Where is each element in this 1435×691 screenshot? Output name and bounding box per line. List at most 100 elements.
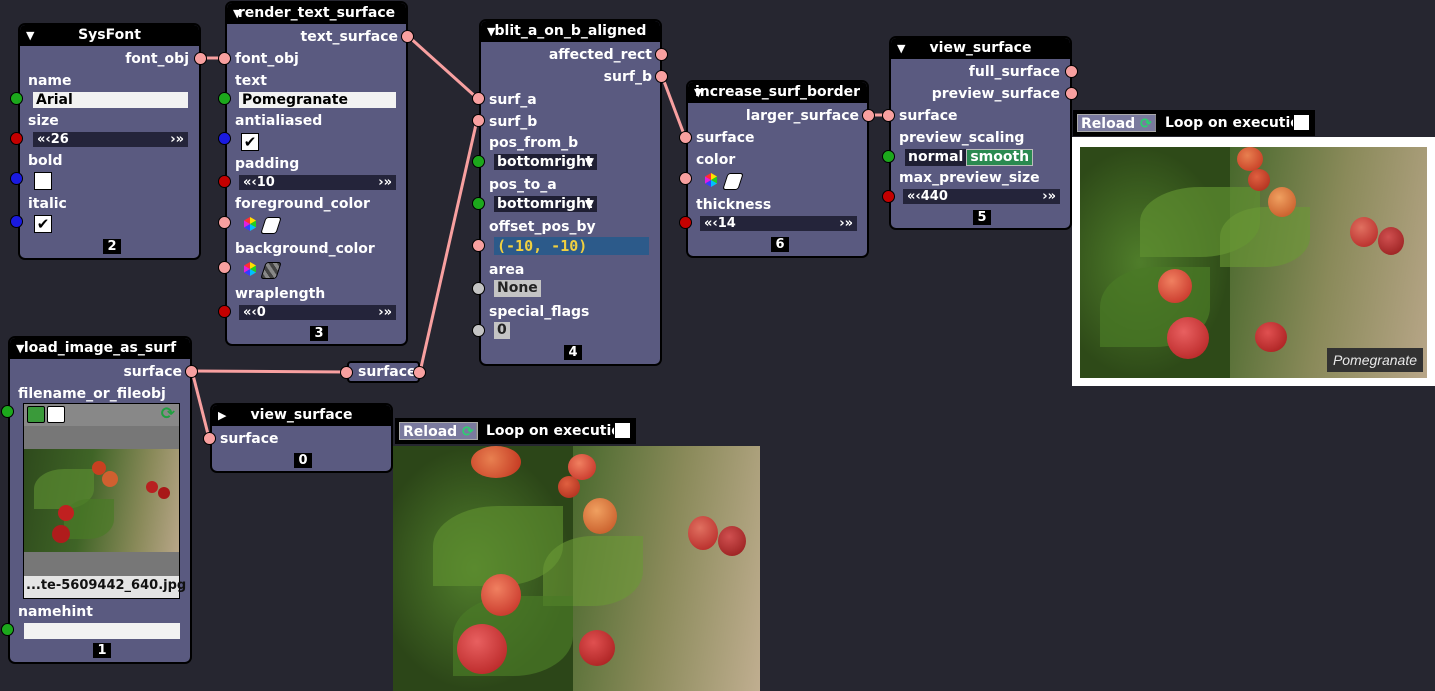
input-socket-color[interactable] xyxy=(679,172,692,185)
wraplength-int-field[interactable]: «‹0 ›» xyxy=(239,305,396,320)
node-title: load_image_as_surf xyxy=(23,340,177,356)
foreground-color-swatch[interactable] xyxy=(260,217,282,234)
collapse-arrow-icon[interactable]: ▼ xyxy=(694,82,702,103)
node-sysfont[interactable]: ▼ SysFont font_obj name Arial size «‹26 ›»… xyxy=(18,23,201,260)
offset-pos-by-label: offset_pos_by xyxy=(489,219,596,235)
collapse-arrow-icon[interactable]: ▼ xyxy=(16,338,24,359)
size-label: size xyxy=(28,113,59,129)
input-socket-namehint[interactable] xyxy=(1,623,14,636)
offset-pos-by-field[interactable]: (-10, -10) xyxy=(494,237,649,255)
output-socket-surface[interactable] xyxy=(185,365,198,378)
output-socket-surf-b[interactable] xyxy=(655,70,668,83)
node-render-text-surface[interactable]: ▼ render_text_surface text_surface font_o… xyxy=(225,1,408,346)
input-socket-font-obj[interactable] xyxy=(218,52,231,65)
preview-toolbar-5: Reload ⟳ Loop on execution xyxy=(1073,110,1315,136)
scaling-option-normal[interactable]: normal xyxy=(905,149,966,166)
background-color-swatch[interactable] xyxy=(260,262,282,279)
color-wheel-icon[interactable] xyxy=(242,261,258,277)
input-socket-thickness[interactable] xyxy=(679,216,692,229)
input-socket-text[interactable] xyxy=(218,92,231,105)
name-field[interactable]: Arial xyxy=(33,92,188,108)
size-int-field[interactable]: «‹26 ›» xyxy=(33,132,188,147)
input-socket-pos-from-b[interactable] xyxy=(472,155,485,168)
reload-icon[interactable]: ⟳ xyxy=(161,404,175,424)
output-socket-affected-rect[interactable] xyxy=(655,48,668,61)
collapse-arrow-icon[interactable]: ▼ xyxy=(233,3,241,24)
input-socket-padding[interactable] xyxy=(218,175,231,188)
collapse-arrow-icon[interactable]: ▼ xyxy=(487,21,495,42)
input-socket-preview-scaling[interactable] xyxy=(882,150,895,163)
input-socket-bold[interactable] xyxy=(10,172,23,185)
reroute-input-socket[interactable] xyxy=(340,366,353,379)
input-socket-wraplength[interactable] xyxy=(218,305,231,318)
italic-checkbox[interactable]: ✔ xyxy=(34,215,52,233)
max-preview-size-int-field[interactable]: «‹440 ›» xyxy=(903,189,1060,204)
output-socket-text-surface[interactable] xyxy=(401,30,414,43)
padding-int-field[interactable]: «‹10 ›» xyxy=(239,175,396,190)
output-socket-larger-surface[interactable] xyxy=(862,109,875,122)
node-id: 1 xyxy=(93,643,111,658)
node-view-surface-5[interactable]: ▼ view_surface full_surface preview_surfa… xyxy=(889,36,1072,230)
text-field[interactable]: Pomegranate xyxy=(239,92,396,108)
folder-icon[interactable] xyxy=(27,406,45,423)
image-icon[interactable] xyxy=(47,406,65,423)
pos-to-a-dropdown[interactable]: bottomright ▼ xyxy=(494,196,597,212)
loop-on-execution-checkbox[interactable] xyxy=(1293,114,1310,131)
input-socket-special-flags[interactable] xyxy=(472,324,485,337)
node-load-image-as-surf[interactable]: ▼ load_image_as_surf surface filename_or_… xyxy=(8,336,192,664)
reroute-node[interactable]: surface xyxy=(347,361,420,383)
color-wheel-icon[interactable] xyxy=(703,172,719,188)
file-picker[interactable]: ⟳ ...te-5609442_640.jpg xyxy=(23,403,186,599)
collapse-arrow-icon[interactable]: ▼ xyxy=(897,38,905,59)
scaling-option-smooth[interactable]: smooth xyxy=(966,149,1034,166)
node-blit-a-on-b-aligned[interactable]: ▼ blit_a_on_b_aligned affected_rect surf_… xyxy=(479,19,662,366)
input-socket-surface[interactable] xyxy=(679,131,692,144)
input-socket-foreground-color[interactable] xyxy=(218,216,231,229)
reload-button[interactable]: Reload ⟳ xyxy=(399,422,478,440)
node-header[interactable]: ▼ increase_surf_border xyxy=(688,82,867,103)
input-socket-max-preview-size[interactable] xyxy=(882,190,895,203)
output-socket-preview-surface[interactable] xyxy=(1065,87,1078,100)
preview-scaling-options[interactable]: normal smooth xyxy=(905,149,1034,166)
node-view-surface-0[interactable]: ▶ view_surface surface 0 xyxy=(210,403,393,473)
input-socket-pos-to-a[interactable] xyxy=(472,197,485,210)
input-socket-surf-a[interactable] xyxy=(472,92,485,105)
output-socket-font-obj[interactable] xyxy=(194,52,207,65)
node-header[interactable]: ▼ blit_a_on_b_aligned xyxy=(481,21,660,42)
namehint-field[interactable] xyxy=(24,623,180,639)
reroute-output-socket[interactable] xyxy=(413,366,426,379)
input-socket-surf-b[interactable] xyxy=(472,114,485,127)
expand-arrow-icon[interactable]: ▶ xyxy=(218,405,226,426)
wraplength-value: 0 xyxy=(256,305,266,320)
node-header[interactable]: ▼ load_image_as_surf xyxy=(10,338,190,359)
output-socket-full-surface[interactable] xyxy=(1065,65,1078,78)
input-socket-size[interactable] xyxy=(10,132,23,145)
color-wheel-icon[interactable] xyxy=(242,216,258,232)
node-header[interactable]: ▼ view_surface xyxy=(891,38,1070,59)
input-socket-offset-pos-by[interactable] xyxy=(472,239,485,252)
collapse-arrow-icon[interactable]: ▼ xyxy=(26,25,34,46)
input-socket-name[interactable] xyxy=(10,92,23,105)
antialiased-checkbox[interactable]: ✔ xyxy=(241,133,259,151)
input-socket-filename[interactable] xyxy=(1,405,14,418)
input-socket-area[interactable] xyxy=(472,282,485,295)
input-socket-antialiased[interactable] xyxy=(218,132,231,145)
area-value: None xyxy=(494,280,541,297)
node-header[interactable]: ▼ SysFont xyxy=(20,25,199,46)
loop-on-execution-checkbox[interactable] xyxy=(614,422,631,439)
input-socket-background-color[interactable] xyxy=(218,261,231,274)
color-swatch[interactable] xyxy=(722,173,744,190)
reload-button[interactable]: Reload ⟳ xyxy=(1077,114,1156,132)
pos-from-b-dropdown[interactable]: bottomright ▼ xyxy=(494,154,597,170)
loop-on-execution-label: Loop on execution xyxy=(1165,115,1310,131)
input-socket-italic[interactable] xyxy=(10,215,23,228)
node-header[interactable]: ▼ render_text_surface xyxy=(227,3,406,24)
thickness-int-field[interactable]: «‹14 ›» xyxy=(700,216,857,231)
input-socket-surface[interactable] xyxy=(882,109,895,122)
input-socket-surface[interactable] xyxy=(203,432,216,445)
bold-checkbox[interactable] xyxy=(34,172,52,190)
file-thumbnail xyxy=(24,449,179,552)
node-header[interactable]: ▶ view_surface xyxy=(212,405,391,426)
node-title: increase_surf_border xyxy=(695,84,860,100)
node-increase-surf-border[interactable]: ▼ increase_surf_border larger_surface sur… xyxy=(686,80,869,258)
